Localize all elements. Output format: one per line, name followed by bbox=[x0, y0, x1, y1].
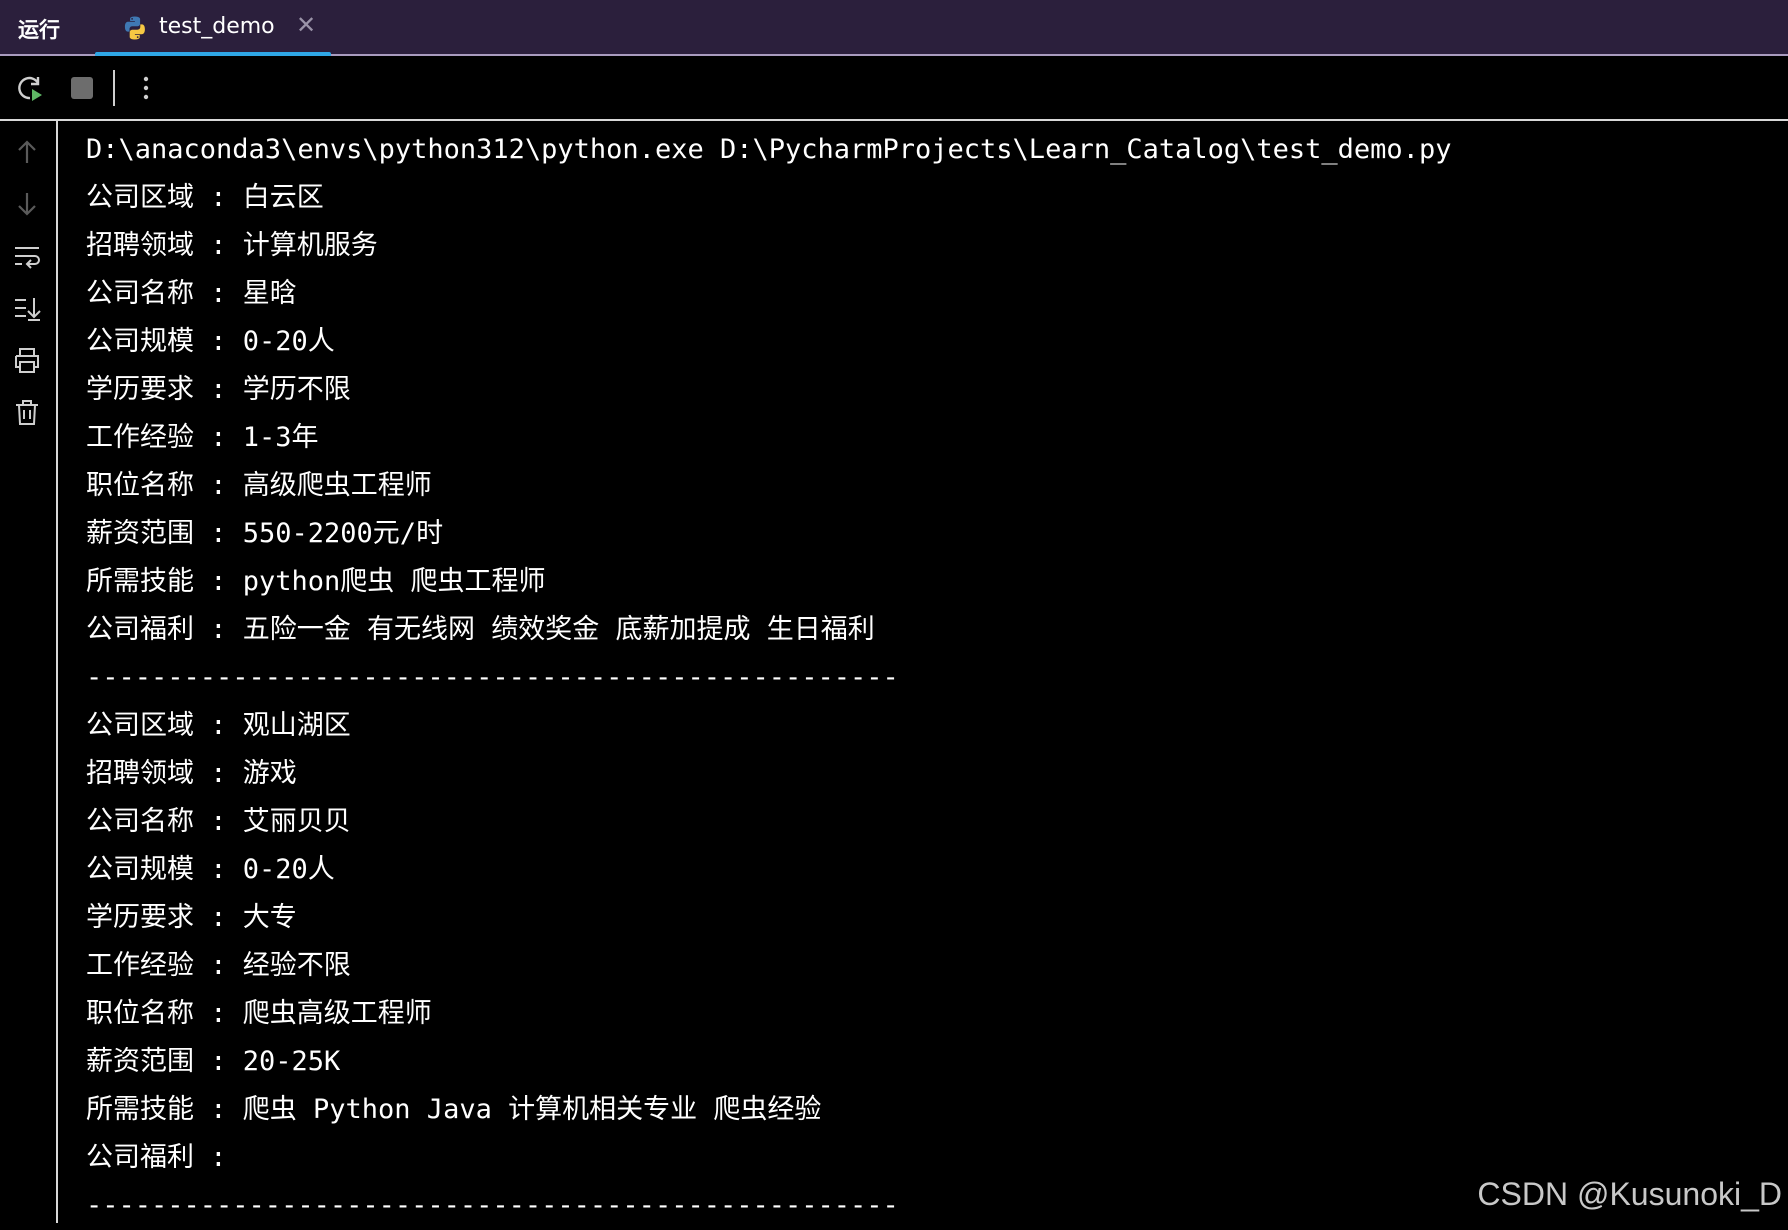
tool-window-header: 运行 test_demo ✕ bbox=[0, 0, 1788, 58]
soft-wrap-icon[interactable] bbox=[12, 241, 42, 271]
scroll-down-arrow-icon[interactable] bbox=[12, 189, 42, 219]
console-line: 薪资范围 : 550-2200元/时 bbox=[86, 518, 444, 549]
console-line: 工作经验 : 1-3年 bbox=[86, 422, 319, 453]
console-line: 公司规模 : 0-20人 bbox=[86, 854, 335, 885]
console-line: 职位名称 : 高级爬虫工程师 bbox=[86, 470, 432, 501]
tab-label: test_demo bbox=[159, 14, 275, 39]
console-line: 公司名称 : 星晗 bbox=[86, 278, 297, 309]
console-line: 公司规模 : 0-20人 bbox=[86, 326, 335, 357]
console-line: 招聘领域 : 计算机服务 bbox=[86, 230, 378, 261]
console-line: 招聘领域 : 游戏 bbox=[86, 758, 297, 789]
print-icon[interactable] bbox=[12, 345, 42, 375]
scroll-to-end-icon[interactable] bbox=[12, 293, 42, 323]
run-tool-window-title: 运行 bbox=[18, 18, 60, 42]
scroll-up-arrow-icon[interactable] bbox=[12, 137, 42, 167]
trash-icon[interactable] bbox=[12, 397, 42, 427]
console-line: 学历要求 : 大专 bbox=[86, 902, 297, 933]
console-line: 公司区域 : 白云区 bbox=[86, 182, 324, 213]
console-line: 公司福利 : bbox=[86, 1142, 243, 1173]
console-line: 薪资范围 : 20-25K bbox=[86, 1046, 341, 1077]
console-line: 职位名称 : 爬虫高级工程师 bbox=[86, 998, 432, 1029]
console-output[interactable]: D:\anaconda3\envs\python312\python.exe D… bbox=[86, 126, 1788, 1223]
console-side-toolbar bbox=[0, 121, 58, 1223]
console-line: 公司名称 : 艾丽贝贝 bbox=[86, 806, 351, 837]
more-options-icon[interactable] bbox=[130, 72, 162, 104]
toolbar-separator bbox=[113, 70, 115, 106]
rerun-icon[interactable] bbox=[14, 72, 46, 104]
run-toolbar bbox=[0, 56, 1788, 121]
console-line: 公司福利 : 五险一金 有无线网 绩效奖金 底薪加提成 生日福利 bbox=[86, 614, 875, 645]
console-line: 所需技能 : 爬虫 Python Java 计算机相关专业 爬虫经验 bbox=[86, 1094, 822, 1125]
console-line: 工作经验 : 经验不限 bbox=[86, 950, 351, 981]
console-line: 所需技能 : python爬虫 爬虫工程师 bbox=[86, 566, 546, 597]
console-line: 学历要求 : 学历不限 bbox=[86, 374, 351, 405]
python-icon bbox=[124, 16, 145, 40]
close-icon[interactable]: ✕ bbox=[293, 12, 319, 38]
watermark: CSDN @Kusunoki_D bbox=[1477, 1176, 1782, 1212]
tab-test-demo[interactable]: test_demo ✕ bbox=[95, 0, 331, 58]
console-line: 公司区域 : 观山湖区 bbox=[86, 710, 351, 741]
console-line: ----------------------------------------… bbox=[86, 662, 899, 693]
stop-icon[interactable] bbox=[66, 72, 98, 104]
console-line: D:\anaconda3\envs\python312\python.exe D… bbox=[86, 134, 1452, 165]
